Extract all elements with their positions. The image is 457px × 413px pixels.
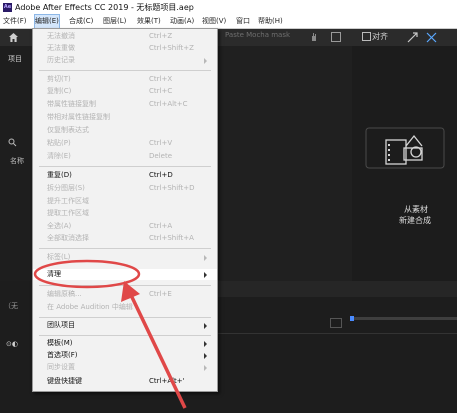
menu-animation[interactable]: 动画(A) [170,15,194,28]
submenu-arrow-icon [204,341,207,347]
menu-item-copy-with-property-links[interactable]: 带属性链接复制 Ctrl+Alt+C [33,99,217,110]
menu-separator [39,335,211,336]
composition-viewer [216,46,352,281]
menu-file[interactable]: 文件(F) [3,15,27,28]
timeline-collapsed-tab[interactable]: （无 [4,301,18,311]
submenu-arrow-icon [204,255,207,261]
menu-item-clear[interactable]: 清除(E) Delete [33,151,217,162]
paste-mocha-mask-item: Paste Mocha mask [225,31,291,39]
timeline-ruler [352,317,457,320]
menu-item-keyboard-shortcuts[interactable]: 键盘快捷键 Ctrl+Alt+' [33,376,217,387]
submenu-arrow-icon [204,58,207,64]
home-icon[interactable] [8,32,19,43]
menu-item-preferences[interactable]: 首选项(F) [33,350,217,361]
menu-window[interactable]: 窗口 [236,15,250,28]
menu-item-cut[interactable]: 剪切(T) Ctrl+X [33,74,217,85]
menu-item-extract-work-area[interactable]: 提取工作区域 [33,208,217,219]
menu-item-team-project[interactable]: 团队项目 [33,320,217,331]
menu-item-split-layer[interactable]: 拆分图层(S) Ctrl+Shift+D [33,183,217,194]
project-panel: 项目 名称 [0,46,32,281]
menu-separator [39,248,211,249]
expand-arrows-icon[interactable] [407,32,418,43]
search-icon[interactable] [8,138,17,147]
menu-separator [39,70,211,71]
menu-item-deselect-all[interactable]: 全部取消选择 Ctrl+Shift+A [33,233,217,244]
menu-item-label[interactable]: 标签(L) [33,252,217,263]
menu-composition[interactable]: 合成(C) [69,15,93,28]
menu-item-purge[interactable]: 清理 [33,269,217,280]
menu-item-undo[interactable]: 无法撤消 Ctrl+Z [33,31,217,42]
snap-label: 对齐 [372,32,388,41]
menu-bar: 文件(F) 编辑(E) 合成(C) 图层(L) 效果(T) 动画(A) 视图(V… [0,14,457,29]
menu-separator [39,166,211,167]
menu-layer[interactable]: 图层(L) [103,15,126,28]
menu-item-edit-in-audition[interactable]: 在 Adobe Audition 中编辑 [33,302,217,313]
menu-item-copy-with-relative-property-links[interactable]: 带相对属性链接复制 [33,112,217,123]
submenu-arrow-icon [204,353,207,359]
av-switches-icon[interactable]: ⊙◐ [6,340,18,348]
menu-item-edit-original[interactable]: 编辑原稿... Ctrl+E [33,289,217,300]
menu-item-history[interactable]: 历史记录 [33,55,217,66]
window-title: Adobe After Effects CC 2019 - 无标题项目.aep [15,3,194,12]
submenu-arrow-icon [204,323,207,329]
timeline-toggle-icon[interactable] [330,318,342,328]
menu-item-sync-settings[interactable]: 同步设置 [33,362,217,373]
submenu-arrow-icon [204,272,207,278]
menu-effect[interactable]: 效果(T) [137,15,161,28]
menu-item-redo[interactable]: 无法重做 Ctrl+Shift+Z [33,43,217,54]
menu-item-templates[interactable]: 模板(M) [33,338,217,349]
after-effects-logo-icon: Ae [3,3,12,12]
menu-item-select-all[interactable]: 全选(A) Ctrl+A [33,221,217,232]
composition-footage-icon [365,127,445,169]
menu-item-lift-work-area[interactable]: 提升工作区域 [33,196,217,207]
menu-edit[interactable]: 编辑(E) [34,14,60,29]
from-footage-label: 从素材 [404,205,428,214]
shape-tool-icon[interactable] [426,32,437,43]
title-bar: Ae Adobe After Effects CC 2019 - 无标题项目.a… [0,0,457,15]
submenu-arrow-icon [204,365,207,371]
menu-item-copy-expression-only[interactable]: 仅复制表达式 [33,125,217,136]
grid-icon[interactable] [331,32,341,42]
playhead-marker[interactable] [350,316,354,321]
menu-separator [39,317,211,318]
menu-help[interactable]: 帮助(H) [258,15,283,28]
menu-item-paste[interactable]: 粘贴(P) Ctrl+V [33,138,217,149]
menu-item-copy[interactable]: 复制(C) Ctrl+C [33,86,217,97]
hand-tool-icon[interactable] [310,32,318,42]
menu-view[interactable]: 视图(V) [202,15,226,28]
new-composition-button[interactable]: 新建合成 [399,215,431,226]
new-composition-panel: 从素材 新建合成 [352,46,457,281]
edit-menu-dropdown: 无法撤消 Ctrl+Z 无法重做 Ctrl+Shift+Z 历史记录 剪切(T) Ct… [32,28,218,392]
menu-separator [39,285,211,286]
timeline-header [216,281,457,297]
snap-checkbox[interactable] [362,32,371,41]
menu-item-duplicate[interactable]: 重复(D) Ctrl+D [33,170,217,181]
column-name-header: 名称 [10,157,24,165]
project-panel-title: 项目 [8,55,22,63]
